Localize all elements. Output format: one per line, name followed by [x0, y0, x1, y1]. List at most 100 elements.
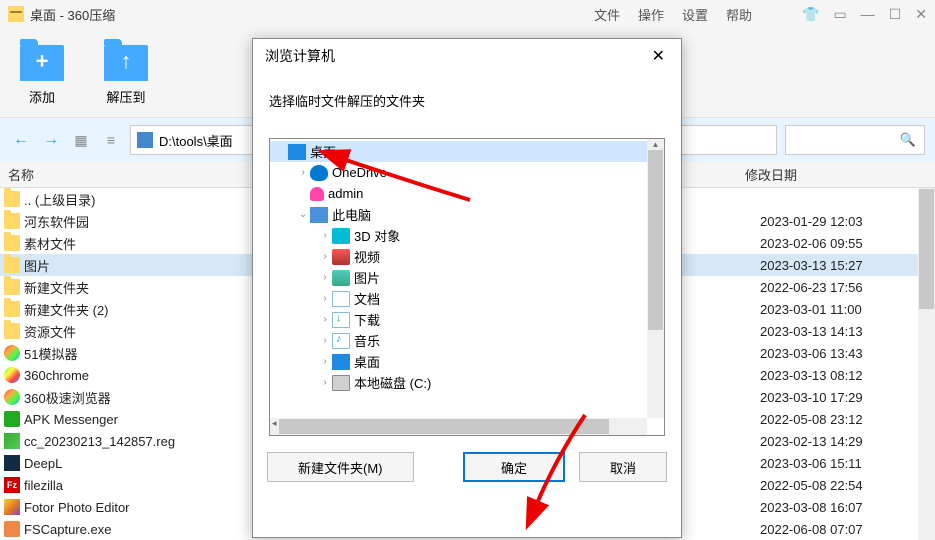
menu-operation[interactable]: 操作 [638, 5, 664, 24]
menu-settings[interactable]: 设置 [682, 5, 708, 24]
expand-toggle[interactable]: › [296, 167, 310, 178]
dialog-close-button[interactable]: ✕ [648, 46, 669, 66]
expand-toggle[interactable]: › [318, 230, 332, 241]
file-date: 2023-03-10 17:29 [760, 390, 935, 405]
tree-label: 桌面 [354, 352, 380, 371]
view-grid-button[interactable]: ▦ [70, 129, 92, 151]
dl-icon [332, 312, 350, 328]
minimize-icon[interactable]: — [861, 6, 875, 23]
desktop-icon [332, 354, 350, 370]
app-icon [4, 345, 20, 361]
folder-icon [4, 279, 20, 295]
tree-label: 下载 [354, 310, 380, 329]
cancel-button[interactable]: 取消 [579, 452, 667, 482]
expand-toggle[interactable]: › [318, 377, 332, 388]
menu-help[interactable]: 帮助 [726, 5, 752, 24]
close-icon[interactable]: ✕ [915, 6, 927, 23]
tree-item[interactable]: › 音乐 [270, 330, 664, 351]
user-icon [310, 187, 324, 201]
app-icon [4, 411, 20, 427]
skin-icon[interactable]: 👕 [802, 6, 819, 23]
music-icon [332, 333, 350, 349]
search-input[interactable]: 🔍 [785, 125, 925, 155]
tree-vscrollbar[interactable] [647, 139, 664, 418]
folder-icon [4, 301, 20, 317]
file-date: 2022-06-23 17:56 [760, 280, 935, 295]
tree-label: 此电脑 [332, 205, 371, 224]
tree-item[interactable]: › 图片 [270, 267, 664, 288]
file-date: 2023-03-13 15:27 [760, 258, 935, 273]
file-date: 2023-03-01 11:00 [760, 302, 935, 317]
dialog-buttons: 新建文件夹(M) 确定 取消 [253, 444, 681, 490]
tree-item[interactable]: admin [270, 183, 664, 204]
tree-hscrollbar[interactable] [270, 418, 647, 435]
expand-toggle[interactable]: ⌄ [296, 209, 310, 220]
tree-label: 本地磁盘 (C:) [354, 373, 431, 392]
file-date: 2023-03-13 14:13 [760, 324, 935, 339]
tree-label: 3D 对象 [354, 226, 400, 245]
tree-item[interactable]: › 本地磁盘 (C:) [270, 372, 664, 393]
back-button[interactable]: ← [10, 129, 32, 151]
new-folder-button[interactable]: 新建文件夹(M) [267, 452, 414, 482]
file-type-icon [4, 455, 20, 471]
vertical-scrollbar[interactable] [918, 188, 935, 540]
tree-item[interactable]: ⌄ 此电脑 [270, 204, 664, 225]
tree-label: 桌面 [310, 142, 336, 161]
onedrive-icon [310, 165, 328, 181]
dialog-title: 浏览计算机 [265, 46, 648, 66]
file-date: 2022-06-08 07:07 [760, 522, 935, 537]
doc-icon [332, 291, 350, 307]
tree-item[interactable]: › 3D 对象 [270, 225, 664, 246]
pc-icon [310, 207, 328, 223]
feedback-icon[interactable]: ▭ [833, 6, 846, 23]
file-date: 2022-05-08 23:12 [760, 412, 935, 427]
expand-toggle[interactable]: › [318, 251, 332, 262]
tree-label: 音乐 [354, 331, 380, 350]
titlebar: 桌面 - 360压缩 文件 操作 设置 帮助 👕 ▭ — ☐ ✕ [0, 0, 935, 28]
folder-tree: 桌面›OneDriveadmin⌄此电脑›3D 对象›视频›图片›文档›下载›音… [269, 138, 665, 436]
tree-item[interactable]: › 下载 [270, 309, 664, 330]
expand-toggle[interactable]: › [318, 314, 332, 325]
tree-label: 图片 [354, 268, 380, 287]
ok-button[interactable]: 确定 [463, 452, 565, 482]
path-text: D:\tools\桌面 [159, 131, 233, 150]
tree-item[interactable]: › OneDrive [270, 162, 664, 183]
video-icon [332, 249, 350, 265]
file-date: 2023-03-08 16:07 [760, 500, 935, 515]
folder-icon [4, 191, 20, 207]
expand-toggle[interactable]: › [318, 335, 332, 346]
tree-label: 文档 [354, 289, 380, 308]
file-type-icon [4, 499, 20, 515]
maximize-icon[interactable]: ☐ [889, 6, 902, 23]
folder-icon [4, 257, 20, 273]
expand-toggle[interactable]: › [318, 356, 332, 367]
extract-button[interactable]: 解压到 [104, 39, 148, 106]
add-button[interactable]: 添加 [20, 39, 64, 106]
extract-icon [104, 45, 148, 81]
tree-item[interactable]: 桌面 [270, 141, 664, 162]
app-icon [4, 367, 20, 383]
tree-item[interactable]: › 桌面 [270, 351, 664, 372]
tree-label: OneDrive [332, 165, 387, 180]
forward-button[interactable]: → [40, 129, 62, 151]
view-list-button[interactable]: ≡ [100, 129, 122, 151]
file-date: 2022-05-08 22:54 [760, 478, 935, 493]
expand-toggle[interactable]: › [318, 272, 332, 283]
browse-dialog: 浏览计算机 ✕ 选择临时文件解压的文件夹 桌面›OneDriveadmin⌄此电… [252, 38, 682, 538]
expand-toggle[interactable]: › [318, 293, 332, 304]
app-icon [4, 389, 20, 405]
folder-icon [4, 235, 20, 251]
window-controls: 👕 ▭ — ☐ ✕ [802, 6, 927, 23]
column-date[interactable]: 修改日期 [745, 165, 918, 184]
app-icon: Fz [4, 477, 20, 493]
pic-icon [332, 270, 350, 286]
drive-icon [137, 132, 153, 148]
menu-file[interactable]: 文件 [594, 5, 620, 24]
extract-label: 解压到 [106, 87, 145, 106]
menubar: 文件 操作 设置 帮助 [594, 5, 752, 24]
tree-label: admin [328, 186, 363, 201]
tree-item[interactable]: ›视频 [270, 246, 664, 267]
obj3d-icon [332, 228, 350, 244]
file-date: 2023-03-13 08:12 [760, 368, 935, 383]
tree-item[interactable]: › 文档 [270, 288, 664, 309]
